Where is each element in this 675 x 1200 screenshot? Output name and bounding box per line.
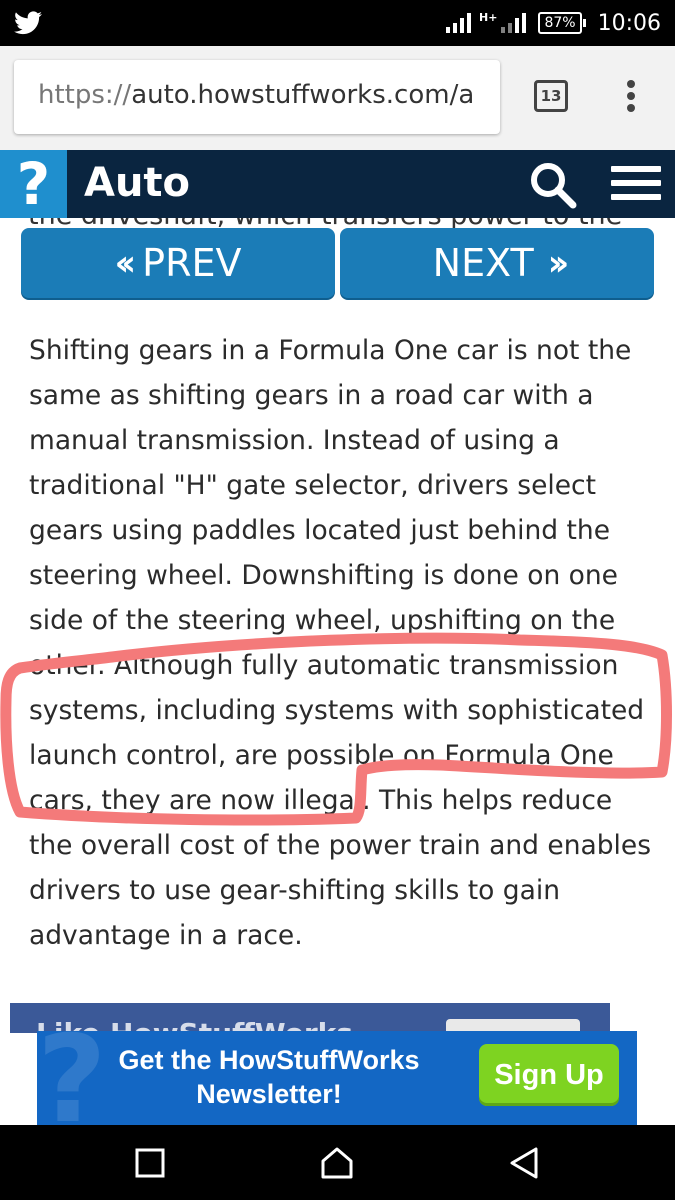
article-line: other. Although fully automatic transmis… (29, 650, 619, 681)
article-line: advantage in a race. (29, 920, 303, 951)
clock: 10:06 (597, 10, 661, 36)
site-logo[interactable]: ? (0, 150, 67, 218)
url-scheme: https:// (38, 80, 132, 110)
newsletter-banner[interactable]: ? Get the HowStuffWorks Newsletter! Sign… (37, 1031, 637, 1125)
article-line: traditional "H" gate selector, drivers s… (29, 470, 597, 501)
prev-label: PREV (142, 241, 242, 285)
article-line: gears using paddles located just behind … (29, 515, 611, 546)
url-host: auto.howstuffworks.com/a (131, 80, 475, 110)
url-bar[interactable]: https://auto.howstuffworks.com/a (14, 60, 500, 134)
prev-button[interactable]: ‹‹ PREV (21, 228, 335, 298)
social-ad-banner[interactable]: Like HowStuffWorks (10, 1003, 610, 1033)
next-button[interactable]: NEXT ›› (340, 228, 654, 298)
article-line: same as shifting gears in a road car wit… (29, 380, 594, 411)
article-line: steering wheel. Downshifting is done on … (29, 560, 618, 591)
status-icons: H+ 87% 10:06 (446, 0, 661, 46)
back-triangle-icon[interactable] (506, 1145, 542, 1181)
double-chevron-right-icon: ›› (547, 242, 569, 284)
home-icon[interactable] (319, 1145, 355, 1181)
newsletter-line-2: Newsletter! (196, 1079, 342, 1109)
article-line: manual transmission. Instead of using a (29, 425, 560, 456)
tab-switcher-button[interactable]: 13 (534, 80, 568, 112)
newsletter-line-1: Get the HowStuffWorks (118, 1045, 420, 1075)
browser-toolbar: https://auto.howstuffworks.com/a 13 (0, 46, 675, 150)
sign-up-button[interactable]: Sign Up (479, 1044, 619, 1106)
article-line: drivers to use gear-shifting skills to g… (29, 875, 561, 906)
article-line: systems, including systems with sophisti… (29, 695, 645, 726)
signal-icon-2 (501, 13, 527, 33)
android-navigation-bar (0, 1125, 675, 1200)
twitter-bird-icon (14, 11, 42, 35)
screen: H+ 87% 10:06 https://auto.howstuffworks.… (0, 0, 675, 1200)
article-line: side of the steering wheel, upshifting o… (29, 605, 616, 636)
battery-level: 87% (538, 12, 586, 34)
status-bar: H+ 87% 10:06 (0, 0, 675, 46)
article-body: Shifting gears in a Formula One car is n… (29, 328, 659, 958)
article-line: Shifting gears in a Formula One car is n… (29, 335, 632, 366)
next-label: NEXT (432, 241, 534, 285)
overflow-menu-icon[interactable] (625, 80, 637, 116)
site-header: ? Auto (0, 150, 675, 218)
network-type: H+ (479, 10, 498, 24)
double-chevron-left-icon: ‹‹ (114, 242, 136, 284)
section-title[interactable]: Auto (84, 160, 190, 206)
search-icon[interactable] (528, 160, 578, 210)
hamburger-menu-icon[interactable] (611, 166, 661, 204)
signal-icon (446, 13, 472, 33)
article-line: the overall cost of the power train and … (29, 830, 652, 861)
square-recents-icon[interactable] (132, 1145, 168, 1181)
article-line: cars, they are now illegal. This helps r… (29, 785, 613, 816)
article-line: launch control, are possible on Formula … (29, 740, 614, 771)
newsletter-message: Get the HowStuffWorks Newsletter! (59, 1043, 479, 1111)
